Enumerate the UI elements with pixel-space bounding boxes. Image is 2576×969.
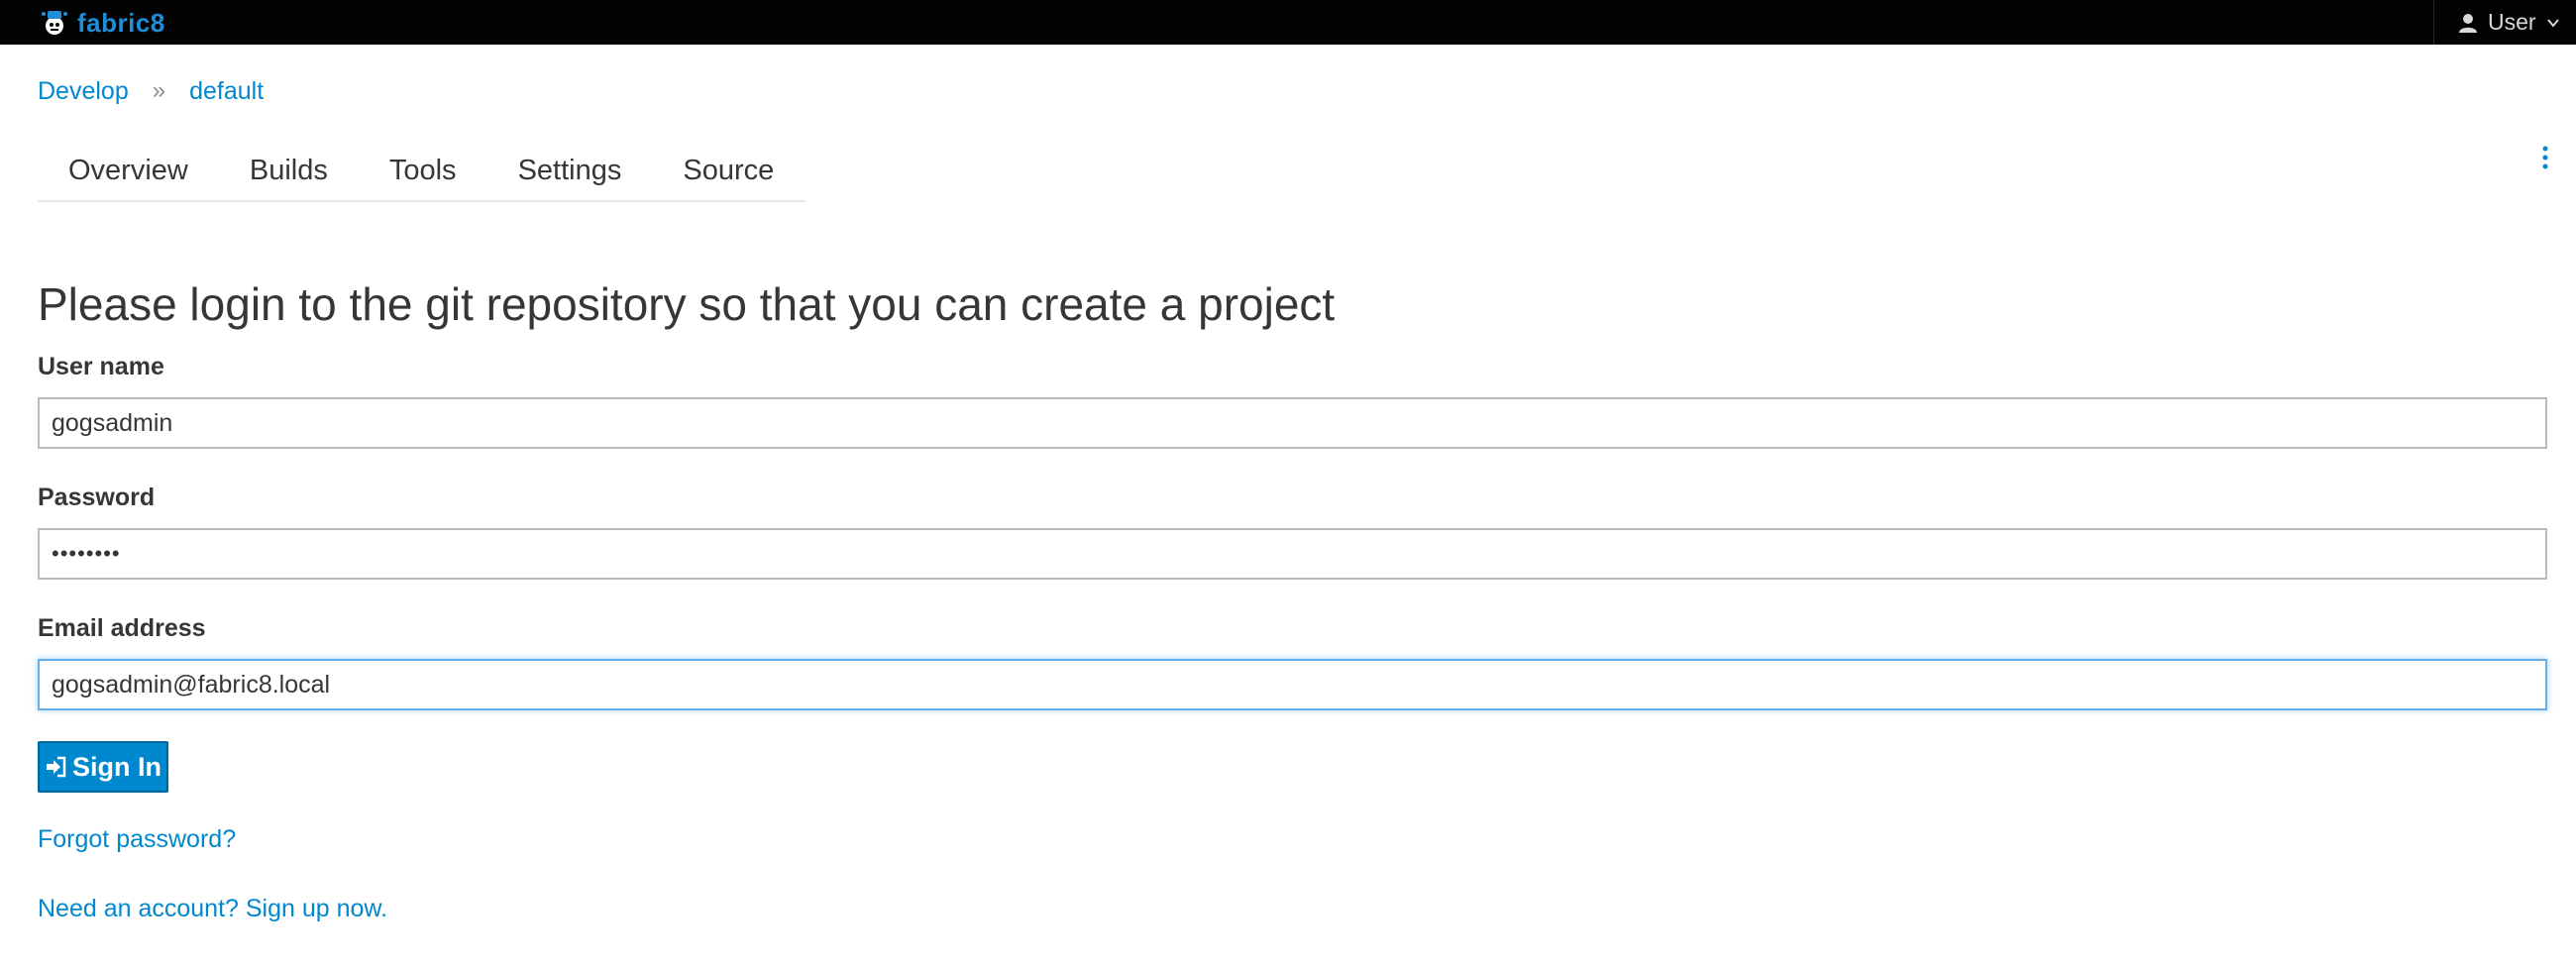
- brand-name: fabric8: [77, 7, 165, 38]
- sign-in-icon: [47, 756, 66, 778]
- sign-up-link[interactable]: Need an account? Sign up now.: [38, 895, 387, 923]
- user-menu-label: User: [2488, 9, 2536, 35]
- chevron-down-icon: [2546, 18, 2559, 28]
- page-title: Please login to the git repository so th…: [38, 278, 1336, 330]
- breadcrumb-default[interactable]: default: [189, 77, 264, 106]
- kebab-menu-icon[interactable]: [2540, 146, 2550, 169]
- tab-bar: Overview Builds Tools Settings Source: [38, 147, 805, 202]
- tab-settings[interactable]: Settings: [487, 147, 653, 194]
- sign-in-label: Sign In: [72, 751, 161, 782]
- username-input[interactable]: [38, 397, 2547, 449]
- breadcrumb-develop[interactable]: Develop: [38, 77, 129, 106]
- email-input[interactable]: [38, 659, 2547, 710]
- password-label: Password: [38, 484, 156, 511]
- username-label: User name: [38, 353, 164, 380]
- password-input[interactable]: [38, 528, 2547, 580]
- breadcrumb: Develop » default: [38, 73, 264, 109]
- user-menu[interactable]: User: [2433, 0, 2576, 45]
- forgot-password-link[interactable]: Forgot password?: [38, 825, 236, 854]
- user-icon: [2459, 13, 2477, 33]
- sign-in-button[interactable]: Sign In: [38, 741, 168, 793]
- breadcrumb-separator: »: [152, 77, 166, 104]
- email-label: Email address: [38, 614, 206, 642]
- tab-builds[interactable]: Builds: [219, 147, 359, 194]
- tab-overview[interactable]: Overview: [38, 147, 219, 194]
- brand[interactable]: fabric8: [38, 4, 165, 42]
- fabric8-logo-icon: [42, 11, 67, 35]
- tab-source[interactable]: Source: [652, 147, 805, 194]
- tab-tools[interactable]: Tools: [359, 147, 487, 194]
- top-navbar: fabric8 User: [0, 0, 2576, 45]
